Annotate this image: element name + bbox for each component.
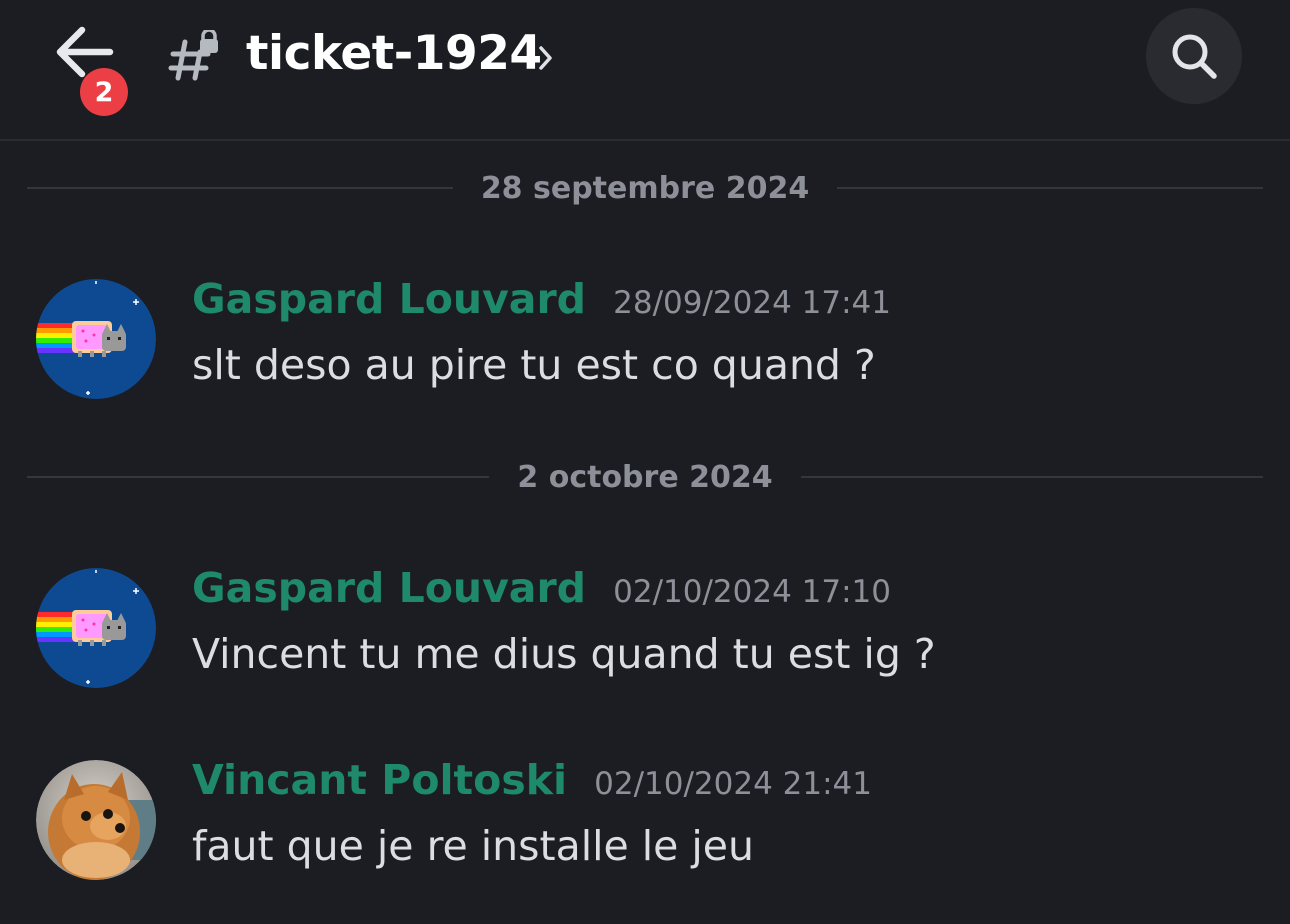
message-timestamp: 28/09/2024 17:41 (613, 285, 891, 321)
nyan-cat-avatar-icon (36, 568, 156, 688)
pomeranian-dog-avatar-icon (36, 760, 156, 880)
search-icon (1172, 34, 1217, 79)
date-divider: 28 septembre 2024 (27, 168, 1263, 208)
nyan-cat-avatar-icon (36, 279, 156, 399)
message-timestamp: 02/10/2024 21:41 (594, 766, 873, 802)
avatar[interactable] (36, 279, 156, 399)
locked-channel-hash-icon (168, 30, 218, 81)
avatar[interactable] (36, 568, 156, 688)
message-timestamp: 02/10/2024 17:10 (613, 574, 891, 610)
author-name[interactable]: Gaspard Louvard (192, 275, 586, 323)
message-header: Vincant Poltoski 02/10/2024 21:41 (192, 756, 872, 804)
divider-line (800, 476, 1264, 478)
message-item[interactable]: Gaspard Louvard 28/09/2024 17:41 slt des… (0, 275, 1290, 399)
divider-date: 2 octobre 2024 (517, 459, 773, 495)
author-name[interactable]: Vincant Poltoski (192, 756, 567, 804)
channel-header: 2 ticket-1924 (0, 0, 1290, 141)
channel-name[interactable]: ticket-1924 (246, 26, 542, 81)
chevron-right-icon[interactable] (538, 44, 554, 72)
divider-line (27, 476, 490, 478)
unread-badge: 2 (80, 68, 128, 116)
message-text: faut que je re installe le jeu (192, 822, 755, 870)
divider-line (837, 187, 1263, 189)
author-name[interactable]: Gaspard Louvard (192, 564, 586, 612)
message-text: slt deso au pire tu est co quand ? (192, 341, 876, 389)
message-header: Gaspard Louvard 02/10/2024 17:10 (192, 564, 891, 612)
message-item[interactable]: Vincant Poltoski 02/10/2024 21:41 faut q… (0, 756, 1290, 880)
search-button[interactable] (1146, 8, 1242, 104)
back-button[interactable]: 2 (50, 22, 128, 116)
message-header: Gaspard Louvard 28/09/2024 17:41 (192, 275, 891, 323)
divider-date: 28 septembre 2024 (480, 170, 810, 206)
date-divider: 2 octobre 2024 (27, 457, 1264, 497)
message-item[interactable]: Gaspard Louvard 02/10/2024 17:10 Vincent… (0, 564, 1290, 688)
avatar[interactable] (36, 760, 156, 880)
message-text: Vincent tu me dius quand tu est ig ? (192, 630, 936, 678)
divider-line (27, 187, 453, 189)
